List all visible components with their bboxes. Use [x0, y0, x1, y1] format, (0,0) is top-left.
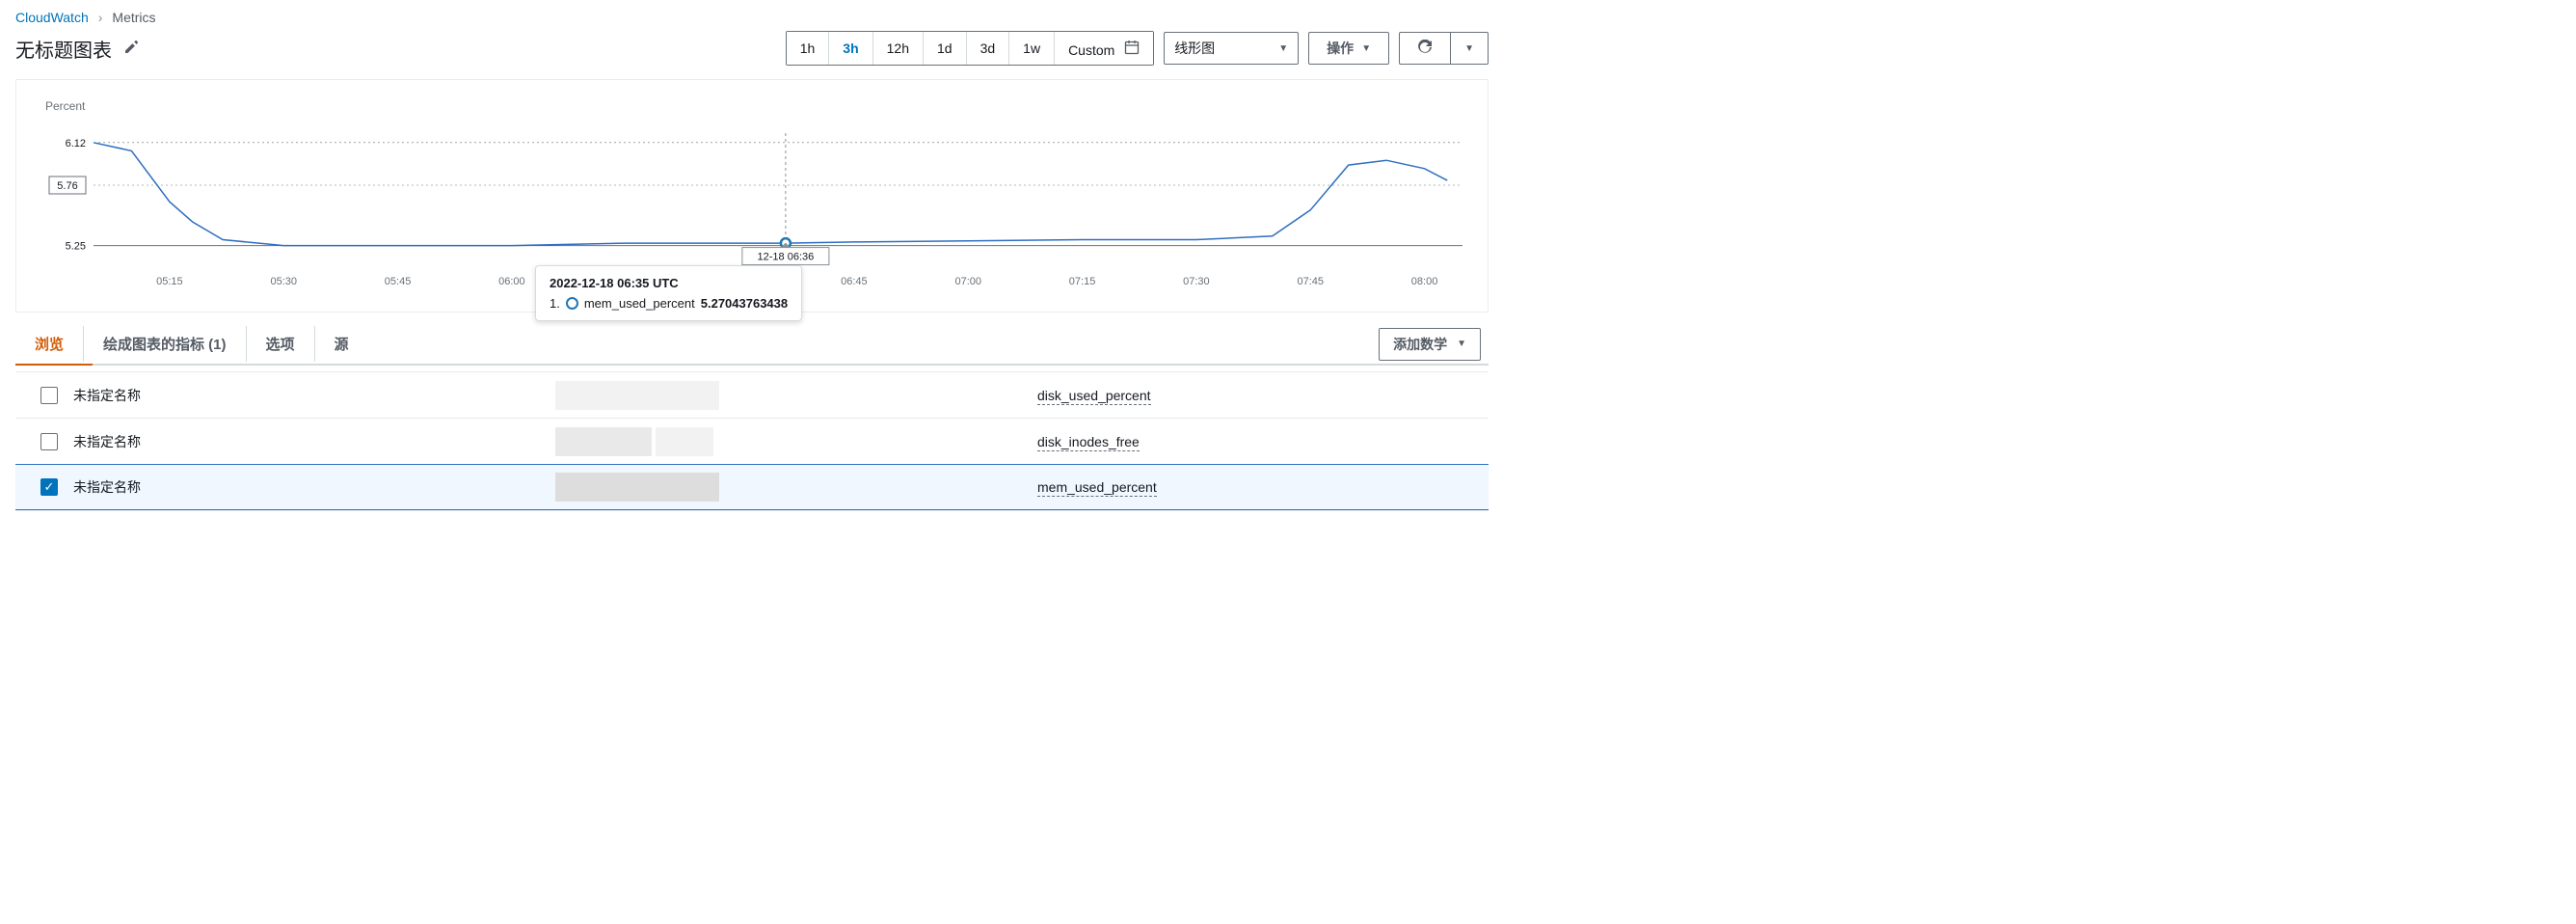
row-metric-name[interactable]: mem_used_percent	[1037, 479, 1157, 497]
range-12h[interactable]: 12h	[873, 32, 924, 65]
tab-browse[interactable]: 浏览	[15, 326, 84, 362]
range-custom[interactable]: Custom	[1055, 32, 1153, 65]
row-namespace: 未指定名称	[73, 386, 555, 405]
table-row[interactable]: ✓ 未指定名称 mem_used_percent	[15, 464, 1489, 510]
svg-text:05:15: 05:15	[156, 276, 183, 287]
metrics-table: 未指定名称 disk_used_percent 未指定名称 disk_inode…	[15, 371, 1489, 511]
add-math-button[interactable]: 添加数学 ▼	[1379, 328, 1481, 361]
add-math-label: 添加数学	[1393, 335, 1447, 354]
chevron-down-icon: ▼	[1464, 43, 1474, 54]
range-custom-label: Custom	[1068, 42, 1114, 58]
breadcrumb-root[interactable]: CloudWatch	[15, 10, 89, 25]
row-metric-name[interactable]: disk_inodes_free	[1037, 434, 1140, 451]
chart-type-label: 线形图	[1174, 39, 1215, 58]
page-title: 无标题图表	[15, 35, 112, 63]
table-row[interactable]: 未指定名称 disk_inodes_free	[15, 418, 1489, 464]
tooltip-series-name: mem_used_percent	[584, 296, 695, 311]
svg-text:07:15: 07:15	[1069, 276, 1096, 287]
svg-text:6.12: 6.12	[66, 138, 86, 149]
row-metric-name[interactable]: disk_used_percent	[1037, 388, 1151, 405]
svg-text:08:00: 08:00	[1411, 276, 1438, 287]
calendar-icon	[1124, 42, 1140, 58]
row-namespace: 未指定名称	[73, 477, 555, 497]
chevron-down-icon: ▼	[1361, 43, 1371, 54]
svg-text:06:00: 06:00	[498, 276, 525, 287]
chart-y-label: Percent	[45, 99, 85, 113]
refresh-menu-button[interactable]: ▼	[1451, 32, 1489, 65]
table-row[interactable]: 未指定名称 disk_used_percent	[15, 371, 1489, 418]
tooltip-time: 2022-12-18 06:35 UTC	[550, 276, 788, 290]
svg-text:12-18 06:36: 12-18 06:36	[758, 252, 815, 263]
chevron-down-icon: ▼	[1278, 43, 1288, 54]
svg-text:06:45: 06:45	[841, 276, 868, 287]
tooltip-value: 5.27043763438	[701, 296, 788, 311]
row-dimensions	[555, 427, 1037, 456]
chevron-right-icon: ›	[98, 10, 103, 25]
range-3h[interactable]: 3h	[829, 32, 872, 65]
tab-source[interactable]: 源	[315, 326, 368, 362]
chevron-down-icon: ▼	[1457, 339, 1466, 349]
tooltip-index: 1.	[550, 296, 560, 311]
svg-text:05:45: 05:45	[385, 276, 412, 287]
actions-label: 操作	[1327, 39, 1354, 58]
row-checkbox[interactable]: ✓	[40, 478, 58, 496]
breadcrumb: CloudWatch › Metrics	[0, 0, 1504, 29]
breadcrumb-current: Metrics	[112, 10, 155, 25]
range-1d[interactable]: 1d	[924, 32, 967, 65]
tab-options[interactable]: 选项	[247, 326, 315, 362]
tab-graphed[interactable]: 绘成图表的指标 (1)	[84, 326, 247, 362]
time-range-group: 1h 3h 12h 1d 3d 1w Custom	[786, 31, 1154, 66]
tooltip-series-dot-icon	[566, 297, 578, 310]
range-1w[interactable]: 1w	[1009, 32, 1055, 65]
svg-text:05:30: 05:30	[270, 276, 297, 287]
svg-text:07:45: 07:45	[1297, 276, 1324, 287]
svg-text:5.76: 5.76	[57, 180, 77, 192]
range-3d[interactable]: 3d	[967, 32, 1010, 65]
tabs: 浏览 绘成图表的指标 (1) 选项 源	[15, 326, 368, 362]
svg-text:5.25: 5.25	[66, 241, 86, 253]
row-namespace: 未指定名称	[73, 432, 555, 451]
chart-panel: Percent 6.12 5.76 5.25 05:15 05:30 05:45 06:00…	[15, 79, 1489, 313]
refresh-button[interactable]	[1399, 32, 1451, 65]
refresh-icon	[1417, 40, 1433, 58]
row-dimensions	[555, 473, 1037, 502]
row-checkbox[interactable]	[40, 433, 58, 450]
edit-title-icon[interactable]	[123, 40, 139, 58]
chart-tooltip: 2022-12-18 06:35 UTC 1. mem_used_percent…	[535, 265, 802, 321]
svg-text:07:00: 07:00	[954, 276, 981, 287]
chart-type-select[interactable]: 线形图 ▼	[1164, 32, 1299, 65]
range-1h[interactable]: 1h	[787, 32, 830, 65]
svg-text:07:30: 07:30	[1183, 276, 1210, 287]
row-checkbox[interactable]	[40, 387, 58, 404]
actions-button[interactable]: 操作 ▼	[1308, 32, 1389, 65]
row-dimensions	[555, 381, 1037, 410]
